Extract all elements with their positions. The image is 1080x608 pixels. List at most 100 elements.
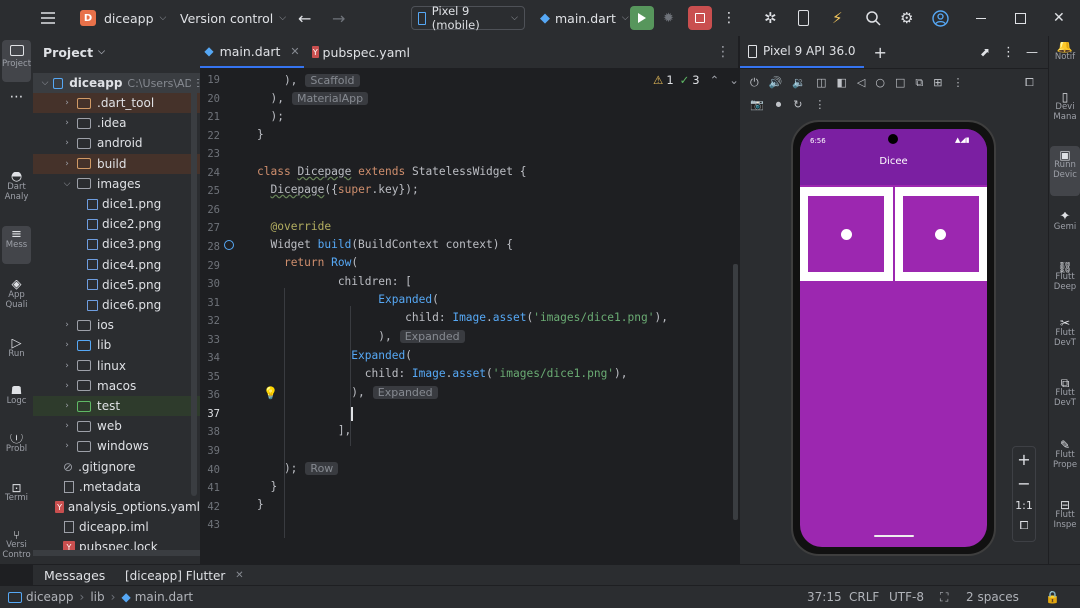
screenshot-icon[interactable]: ⊞ [933,76,942,90]
caret-position[interactable]: 37:15 [807,586,842,608]
tab-pixel9[interactable]: Pixel 9 API 36.0 [740,36,864,68]
chevron-right-icon[interactable]: › [61,421,73,431]
run-config-selector[interactable]: ◆ main.dart ⌵ [540,0,629,36]
device-manager-button[interactable]: ▯ Devi Mana [1050,92,1080,136]
tab-flutter-console[interactable]: [diceapp] Flutter ✕ [125,565,244,586]
minimize-panel-icon[interactable]: — [1026,45,1038,59]
tree-item[interactable]: › linux [33,356,200,376]
close-tab-icon[interactable]: ✕ [290,45,299,58]
tree-item[interactable]: › web [33,416,200,436]
tree-item[interactable]: ⌵ images [33,174,200,194]
phone-screen[interactable]: 6:56 ▲◢▮ Dicee [800,129,987,547]
chevron-right-icon[interactable]: › [61,320,73,330]
debug-button[interactable]: ✹ [663,0,674,36]
layout-icon[interactable]: ⧠ [1025,76,1034,90]
settings-button[interactable]: ⚙ [900,0,913,36]
tree-item[interactable]: › windows [33,436,200,456]
tree-item[interactable]: dice4.png [33,255,200,275]
lock-icon[interactable]: ⛶ [940,586,948,608]
record-icon[interactable]: ⏺ [776,98,782,112]
back-nav-icon[interactable]: ◁ [857,76,865,90]
power-icon[interactable]: ⏻ [750,76,759,90]
chevron-right-icon[interactable]: › [61,361,73,371]
readonly-toggle[interactable]: 🔒 [1045,586,1060,608]
tree-item[interactable]: dice5.png [33,275,200,295]
volume-up-icon[interactable]: 🔊 [769,76,783,90]
add-device-button[interactable]: + [874,43,887,62]
reset-icon[interactable]: ↻ [793,98,802,112]
device-selector[interactable]: Pixel 9 (mobile) ⌵ [411,0,525,36]
running-devices-button[interactable]: ▣ Runn Devic [1050,146,1080,196]
notifications-button[interactable]: 🔔 Notif [1050,42,1080,76]
search-button[interactable] [866,0,881,36]
chevron-right-icon[interactable]: › [61,401,73,411]
tree-item[interactable]: › .idea [33,113,200,133]
chevron-right-icon[interactable]: › [61,138,73,148]
tree-item[interactable]: .metadata [33,477,200,497]
messages-tool-button[interactable]: ≡ Mess [2,226,31,264]
run-button[interactable] [630,0,654,36]
tree-item[interactable]: diceapp.iml [33,517,200,537]
logcat-button[interactable]: ☗ Logc [2,386,31,420]
chevron-up-icon[interactable]: ⌃ [710,73,720,87]
external-window-icon[interactable]: ⬈ [980,45,990,59]
version-control-tool-button[interactable]: ⑂ Versi Contro [2,530,31,564]
home-nav-icon[interactable]: ○ [875,76,885,90]
tree-item[interactable]: › .dart_tool [33,93,200,113]
inspection-widget[interactable]: ⚠ 1 ✓ 3 ⌃ ⌄ [653,73,738,87]
gemini-button[interactable]: ✦ Gemi [1050,212,1080,244]
back-button[interactable]: ← [298,0,311,36]
tree-root-diceapp[interactable]: ⌵ diceapp C:\Users\ADE [33,73,200,93]
run-tool-button[interactable]: ▷ Run [2,339,31,371]
terminal-button[interactable]: ⊡ Termi [2,483,31,517]
hot-reload-button[interactable]: ⚡ [832,0,843,36]
tree-item[interactable]: › lib [33,335,200,355]
camera-icon[interactable]: 📷 [750,98,764,112]
override-gutter-icon[interactable] [224,240,234,250]
tab-options-button[interactable]: ⋮ [716,36,730,68]
problems-button[interactable]: ⓘ Probl [2,434,31,468]
flutter-properties-button[interactable]: ✎ Flutt Prope [1050,440,1080,482]
account-button[interactable] [932,0,949,36]
project-panel-header[interactable]: Project ⌵ [43,36,105,68]
flutter-inspector-button[interactable]: ⊟ Flutt Inspe [1050,500,1080,544]
horizontal-scrollbar[interactable] [33,550,200,556]
flutter-devtools-extension-button[interactable]: ⧉ Flutt DevT [1050,378,1080,418]
volume-down-icon[interactable]: 🔉 [792,76,806,90]
more-vertical-icon[interactable]: ⋮ [814,98,825,112]
version-control-menu[interactable]: Version control ⌵ [180,0,286,36]
more-vertical-icon[interactable]: ⋮ [1002,45,1015,60]
editor-scrollbar[interactable] [733,264,738,520]
tree-item[interactable]: dice1.png [33,194,200,214]
zoom-actual-size-button[interactable]: 1:1 [1013,499,1035,512]
indent-setting[interactable]: 2 spaces [966,586,1019,608]
code-editor[interactable]: 19 20 21 22 23 24 25 26 27 28 29 30 31 32 33 34 35 36 37 38… [200,68,738,556]
snapshot-icon[interactable]: ⧉ [915,76,923,90]
tree-item[interactable]: Yanalysis_options.yaml [33,497,200,517]
project-tool-button[interactable]: Project [2,40,31,82]
file-encoding[interactable]: UTF-8 [889,586,924,608]
forward-button[interactable]: → [332,0,345,36]
chevron-right-icon[interactable]: › [61,159,73,169]
flutter-devtools-button[interactable]: ✂ Flutt DevT [1050,318,1080,358]
zoom-in-button[interactable]: + [1013,450,1035,469]
tree-item[interactable]: › macos [33,376,200,396]
tab-pubspec-yaml[interactable]: Y pubspec.yaml [310,36,410,68]
breadcrumb-project[interactable]: diceapp [26,590,74,604]
overview-nav-icon[interactable]: □ [895,76,905,90]
hot-reload-settings-button[interactable]: ✲ [764,0,777,36]
more-vertical-icon[interactable]: ⋮ [952,76,963,90]
rotate-left-icon[interactable]: ◫ [816,76,826,90]
chevron-right-icon[interactable]: › [61,118,73,128]
tree-item[interactable]: › android [33,133,200,153]
main-menu-button[interactable] [40,0,56,36]
chevron-right-icon[interactable]: › [61,340,73,350]
close-window-button[interactable]: ✕ [1053,0,1065,36]
stop-button[interactable] [688,0,712,36]
tree-item[interactable]: ⊘ .gitignore [33,457,200,477]
tree-item[interactable]: dice2.png [33,214,200,234]
rotate-right-icon[interactable]: ◧ [837,76,847,90]
tree-item[interactable]: › ios [33,315,200,335]
chevron-right-icon[interactable]: › [61,381,73,391]
chevron-right-icon[interactable]: › [61,98,73,108]
